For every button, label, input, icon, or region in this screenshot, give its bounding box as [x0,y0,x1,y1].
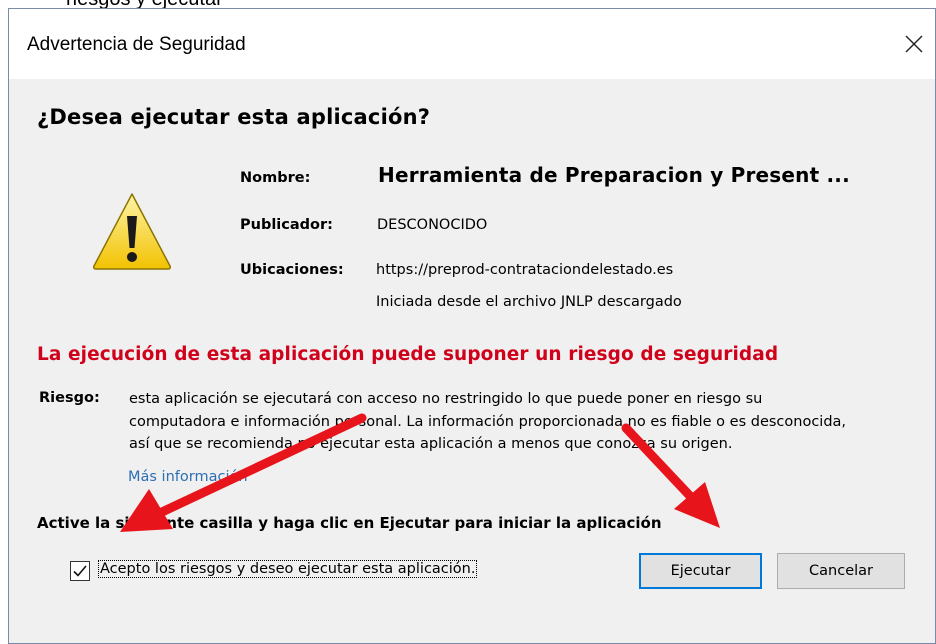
risk-line-1: esta aplicación se ejecutará con acceso … [129,391,763,407]
cancel-button[interactable]: Cancelar [777,553,905,589]
publisher-label: Publicador: [240,217,333,233]
location-source: Iniciada desde el archivo JNLP descargad… [376,294,682,310]
warning-triangle-icon [93,193,171,270]
close-icon [905,35,923,53]
warning-icon-container [90,190,174,276]
instruction-text: Active la siguiente casilla y haga clic … [37,514,662,532]
risk-heading: La ejecución de esta aplicación puede su… [37,344,779,365]
more-info-link[interactable]: Más información [128,469,248,485]
publisher-value: DESCONOCIDO [377,217,488,233]
security-warning-dialog: Advertencia de Seguridad ¿Desea ejecutar… [8,8,936,644]
locations-label: Ubicaciones: [240,262,344,278]
accept-risk-label[interactable]: Acepto los riesgos y deseo ejecutar esta… [98,560,478,578]
name-label: Nombre: [240,170,311,186]
accept-risk-checkbox[interactable] [70,561,90,581]
app-name-value: Herramienta de Preparacion y Present ... [378,163,850,187]
location-url: https://preprod-contrataciondelestado.es [376,262,674,278]
close-button[interactable] [899,29,929,59]
dialog-question: ¿Desea ejecutar esta aplicación? [37,105,431,129]
run-button[interactable]: Ejecutar [639,553,762,589]
title-bar: Advertencia de Seguridad [9,9,935,79]
window-title: Advertencia de Seguridad [27,34,246,55]
risk-line-2: computadora e información personal. La i… [129,413,847,430]
risk-label: Riesgo: [39,390,100,406]
risk-description: esta aplicación se ejecutará con acceso … [129,388,929,456]
check-icon [73,565,87,577]
risk-line-3: así que se recomienda no ejecutar esta a… [129,436,733,452]
